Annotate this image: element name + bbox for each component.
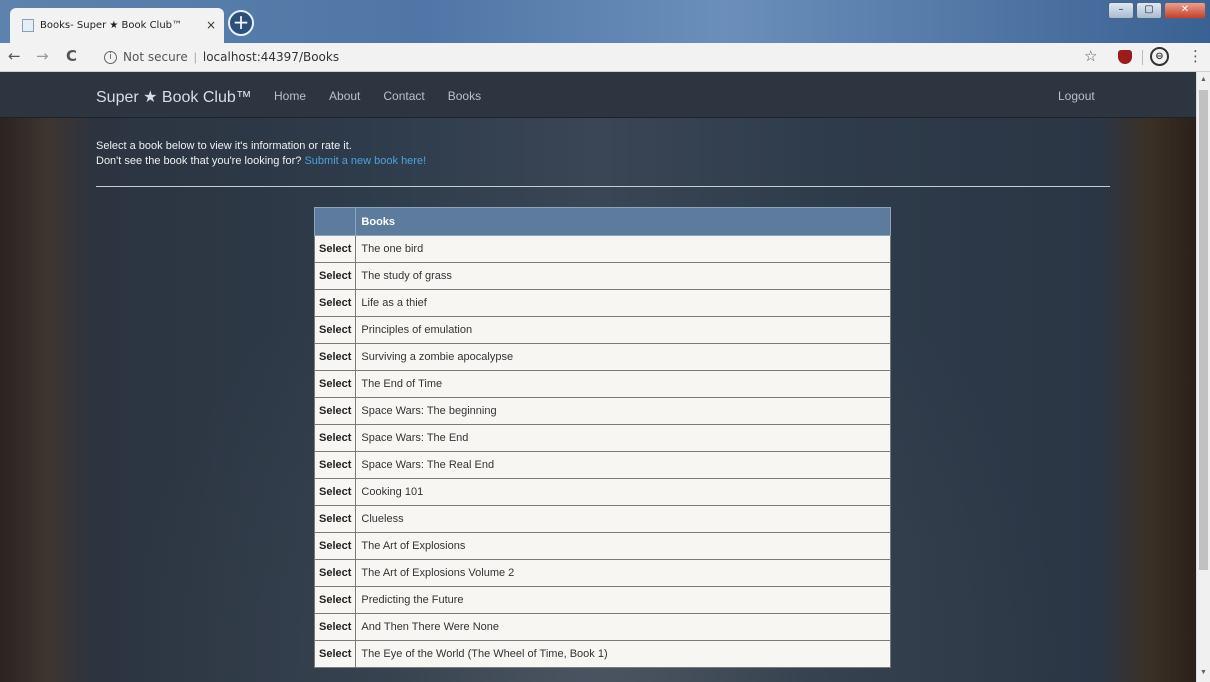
intro-line-2-prefix: Don't see the book that you're looking f…	[96, 155, 302, 167]
table-row: Select Cooking 101	[313, 478, 891, 506]
browser-titlebar: Books- Super ★ Book Club™ × + – ▢ ✕	[0, 0, 1210, 43]
column-header-books: Books	[355, 207, 891, 236]
table-row: Select Space Wars: The Real End	[313, 451, 891, 479]
select-book-link[interactable]: Select	[313, 235, 357, 263]
nav-books[interactable]: Books	[448, 89, 481, 103]
tab-close-icon[interactable]: ×	[206, 18, 216, 32]
browser-tab[interactable]: Books- Super ★ Book Club™ ×	[10, 8, 224, 43]
book-title: Space Wars: The beginning	[355, 397, 891, 425]
intro-line-2: Don't see the book that you're looking f…	[96, 154, 426, 169]
select-book-link[interactable]: Select	[313, 316, 357, 344]
table-row: Select The one bird	[313, 235, 891, 263]
maximize-button[interactable]: ▢	[1136, 2, 1162, 19]
select-book-link[interactable]: Select	[313, 343, 357, 371]
close-window-button[interactable]: ✕	[1164, 2, 1206, 19]
site-navbar: Super ★ Book Club™ Home About Contact Bo…	[0, 72, 1196, 118]
nav-about[interactable]: About	[329, 89, 360, 103]
book-title: Principles of emulation	[355, 316, 891, 344]
book-title: The Eye of the World (The Wheel of Time,…	[355, 640, 891, 668]
info-icon[interactable]: i	[104, 50, 117, 64]
table-row: Select Life as a thief	[313, 289, 891, 317]
table-row: Select Principles of emulation	[313, 316, 891, 344]
select-book-link[interactable]: Select	[313, 262, 357, 290]
logout-link[interactable]: Logout	[1058, 89, 1095, 103]
column-header-select	[313, 207, 357, 236]
new-tab-button[interactable]: +	[228, 10, 254, 36]
select-book-link[interactable]: Select	[313, 559, 357, 587]
select-book-link[interactable]: Select	[313, 505, 357, 533]
table-row: Select The Art of Explosions	[313, 532, 891, 560]
site-brand[interactable]: Super ★ Book Club™	[96, 87, 252, 107]
page-favicon-icon	[22, 19, 34, 32]
toolbar-separator	[1142, 50, 1143, 65]
books-table-body: Select The one bird Select The study of gra…	[313, 235, 891, 668]
select-book-link[interactable]: Select	[313, 613, 357, 641]
book-title: Predicting the Future	[355, 586, 891, 614]
scroll-up-icon[interactable]: ▲	[1200, 76, 1207, 83]
nav-contact[interactable]: Contact	[383, 89, 424, 103]
scrollbar-thumb[interactable]	[1199, 90, 1208, 570]
submit-book-link[interactable]: Submit a new book here!	[304, 155, 426, 167]
tab-title: Books- Super ★ Book Club™	[40, 20, 183, 31]
url-text[interactable]: localhost:44397/Books	[203, 50, 339, 64]
page-scrollbar[interactable]: ▲ ▼	[1196, 72, 1210, 682]
divider	[96, 186, 1110, 187]
address-bar[interactable]: i Not secure | localhost:44397/Books	[104, 46, 1104, 68]
table-row: Select Predicting the Future	[313, 586, 891, 614]
book-title: And Then There Were None	[355, 613, 891, 641]
intro-line-1: Select a book below to view it's informa…	[96, 140, 352, 152]
book-title: The Art of Explosions Volume 2	[355, 559, 891, 587]
book-title: Space Wars: The Real End	[355, 451, 891, 479]
books-table: Books Select The one bird Select The study …	[313, 207, 891, 668]
browser-menu-icon[interactable]: ⋮	[1188, 47, 1203, 65]
book-title: The study of grass	[355, 262, 891, 290]
nav-home[interactable]: Home	[274, 89, 306, 103]
select-book-link[interactable]: Select	[313, 370, 357, 398]
select-book-link[interactable]: Select	[313, 532, 357, 560]
select-book-link[interactable]: Select	[313, 289, 357, 317]
nav-links: Home About Contact Books	[274, 89, 504, 103]
book-title: Surviving a zombie apocalypse	[355, 343, 891, 371]
select-book-link[interactable]: Select	[313, 586, 357, 614]
page-content: Super ★ Book Club™ Home About Contact Bo…	[0, 72, 1196, 682]
table-header-row: Books	[313, 207, 891, 236]
book-title: The one bird	[355, 235, 891, 263]
select-book-link[interactable]: Select	[313, 424, 357, 452]
scroll-down-icon[interactable]: ▼	[1200, 669, 1207, 676]
minimize-button[interactable]: –	[1108, 2, 1134, 19]
table-row: Select The End of Time	[313, 370, 891, 398]
bookmark-star-icon[interactable]: ☆	[1084, 47, 1097, 65]
table-row: Select The Eye of the World (The Wheel of…	[313, 640, 891, 668]
table-row: Select Surviving a zombie apocalypse	[313, 343, 891, 371]
book-title: Clueless	[355, 505, 891, 533]
window-controls: – ▢ ✕	[1108, 2, 1206, 19]
forward-button[interactable]: →	[36, 47, 49, 65]
security-label: Not secure	[123, 50, 188, 64]
book-title: The Art of Explosions	[355, 532, 891, 560]
reload-button[interactable]: C	[66, 47, 77, 65]
table-row: Select Clueless	[313, 505, 891, 533]
table-row: Select The Art of Explosions Volume 2	[313, 559, 891, 587]
table-row: Select Space Wars: The End	[313, 424, 891, 452]
select-book-link[interactable]: Select	[313, 451, 357, 479]
select-book-link[interactable]: Select	[313, 397, 357, 425]
book-title: The End of Time	[355, 370, 891, 398]
select-book-link[interactable]: Select	[313, 640, 357, 668]
book-title: Space Wars: The End	[355, 424, 891, 452]
book-title: Life as a thief	[355, 289, 891, 317]
table-row: Select And Then There Were None	[313, 613, 891, 641]
back-button[interactable]: ←	[8, 47, 21, 65]
book-title: Cooking 101	[355, 478, 891, 506]
extension-shield-icon[interactable]	[1118, 50, 1132, 64]
table-row: Select Space Wars: The beginning	[313, 397, 891, 425]
address-separator: |	[193, 50, 197, 64]
account-icon[interactable]: ⊖	[1150, 47, 1169, 66]
intro-text: Select a book below to view it's informa…	[96, 139, 426, 169]
table-row: Select The study of grass	[313, 262, 891, 290]
select-book-link[interactable]: Select	[313, 478, 357, 506]
browser-toolbar: ← → C i Not secure | localhost:44397/Boo…	[0, 43, 1210, 72]
